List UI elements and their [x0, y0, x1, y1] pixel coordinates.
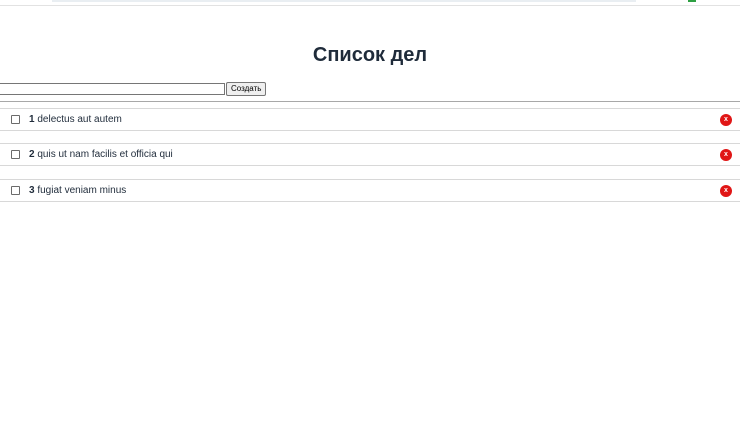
task-label: 3 fugiat veniam minus [29, 185, 126, 196]
browser-top-strip [0, 0, 740, 6]
new-task-input[interactable] [0, 83, 225, 95]
task-number: 3 [29, 185, 35, 196]
task-checkbox[interactable] [11, 115, 20, 124]
delete-task-button[interactable]: x [720, 113, 732, 126]
status-indicator [688, 0, 696, 2]
delete-task-button[interactable]: x [720, 148, 732, 161]
create-button[interactable]: Создать [226, 82, 267, 96]
task-item: 2 quis ut nam facilis et officia qui x [0, 143, 740, 166]
list-divider [0, 101, 740, 102]
task-label: 1 delectus aut autem [29, 114, 122, 125]
task-label: 2 quis ut nam facilis et officia qui [29, 149, 173, 160]
create-task-form: Создать [0, 82, 267, 96]
task-text: fugiat veniam minus [37, 185, 127, 196]
page-title: Список дел [312, 44, 428, 66]
task-number: 1 [29, 114, 35, 125]
address-bar-remnant [52, 0, 636, 2]
task-text: quis ut nam facilis et officia qui [37, 149, 173, 160]
task-text: delectus aut autem [37, 114, 122, 125]
task-checkbox[interactable] [11, 150, 20, 159]
task-checkbox[interactable] [11, 186, 20, 195]
task-number: 2 [29, 149, 35, 160]
task-item: 3 fugiat veniam minus x [0, 179, 740, 202]
task-item: 1 delectus aut autem x [0, 108, 740, 131]
delete-task-button[interactable]: x [720, 184, 732, 197]
